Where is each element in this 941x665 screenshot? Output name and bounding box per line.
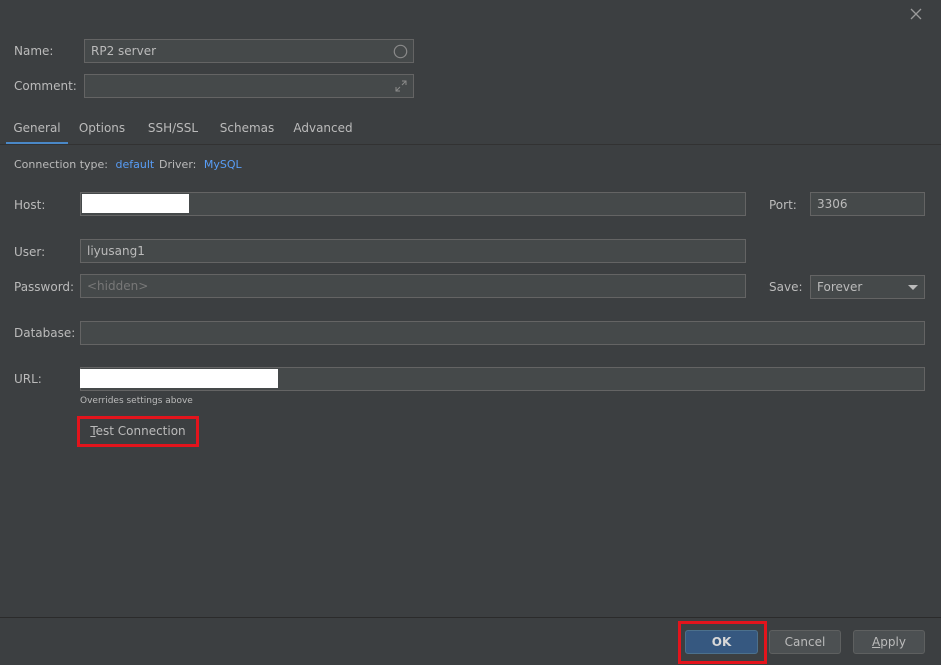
tabs-divider (0, 144, 941, 145)
ok-button[interactable]: OK (685, 630, 758, 654)
tab-general[interactable]: General (6, 121, 68, 145)
comment-label: Comment: (14, 79, 77, 93)
port-input[interactable]: 3306 (810, 192, 925, 216)
name-label: Name: (14, 44, 54, 58)
tab-schemas[interactable]: Schemas (216, 121, 278, 145)
name-value: RP2 server (91, 44, 157, 58)
connection-type-label: Connection type: (14, 158, 109, 171)
test-connection-label: est Connection (95, 424, 186, 438)
tab-ssh-ssl[interactable]: SSH/SSL (142, 121, 204, 145)
port-label: Port: (769, 198, 797, 212)
password-input[interactable]: <hidden> (80, 274, 746, 298)
tab-options[interactable]: Options (74, 121, 130, 145)
apply-button[interactable]: Apply (853, 630, 925, 654)
apply-label: pply (880, 635, 906, 649)
driver-link[interactable]: MySQL (204, 158, 242, 171)
close-icon[interactable] (908, 6, 924, 22)
chevron-down-icon (908, 285, 918, 290)
connection-type-link[interactable]: default (116, 158, 155, 171)
save-select[interactable]: Forever (810, 275, 925, 299)
connection-type-row: Connection type: default (14, 158, 154, 172)
footer-divider (0, 617, 941, 618)
test-connection-button[interactable]: Test Connection (81, 420, 195, 443)
save-label: Save: (769, 280, 803, 294)
url-redaction (80, 369, 278, 388)
cancel-button[interactable]: Cancel (769, 630, 841, 654)
host-redaction (82, 194, 189, 213)
url-label: URL: (14, 372, 42, 386)
user-label: User: (14, 245, 46, 259)
tab-advanced[interactable]: Advanced (290, 121, 356, 145)
database-input[interactable] (80, 321, 925, 345)
expand-icon[interactable] (395, 80, 407, 92)
url-hint: Overrides settings above (80, 396, 193, 406)
database-label: Database: (14, 326, 76, 340)
driver-label: Driver: (159, 158, 197, 171)
name-input[interactable]: RP2 server (84, 39, 414, 63)
password-label: Password: (14, 280, 75, 294)
circle-status-icon[interactable] (393, 44, 408, 59)
save-value: Forever (817, 280, 863, 294)
user-input[interactable]: liyusang1 (80, 239, 746, 263)
comment-input[interactable] (84, 74, 414, 98)
host-label: Host: (14, 198, 46, 212)
driver-row: Driver: MySQL (159, 158, 242, 172)
